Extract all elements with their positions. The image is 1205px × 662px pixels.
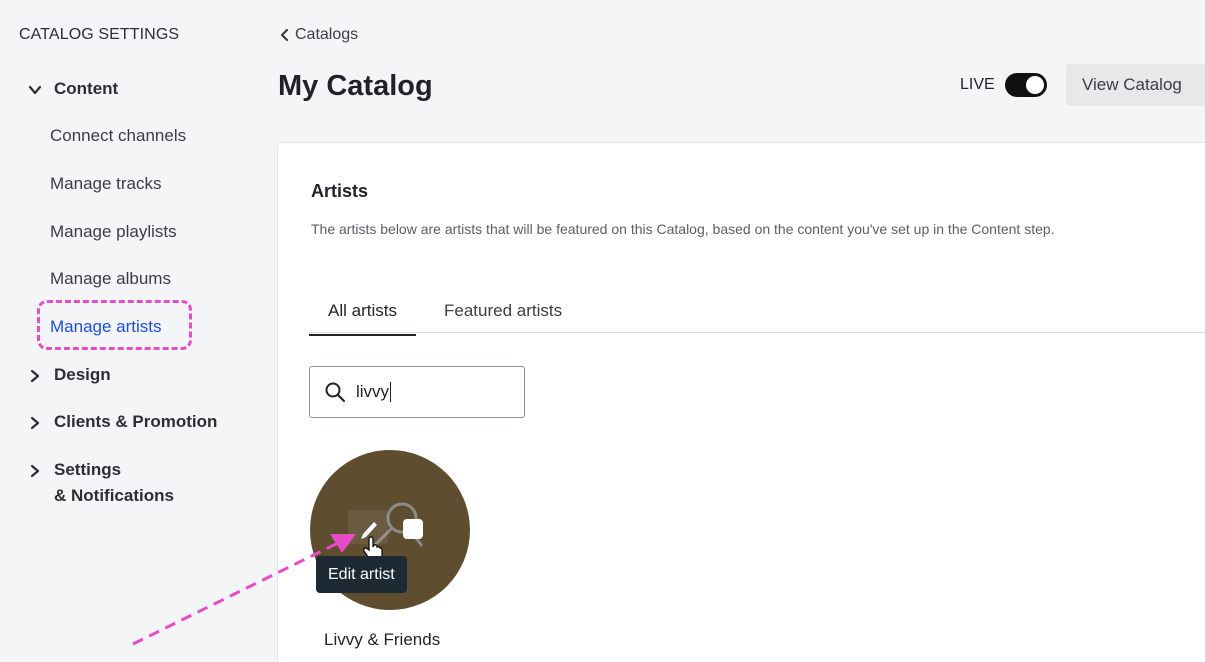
sidebar-item-manage-tracks[interactable]: Manage tracks <box>50 174 162 194</box>
artists-description: The artists below are artists that will … <box>311 221 1055 237</box>
sidebar-section-content[interactable]: Content <box>28 79 118 102</box>
artists-card: Artists The artists below are artists th… <box>277 142 1205 662</box>
artist-tabs: All artists Featured artists <box>309 293 1205 336</box>
sidebar-header: CATALOG SETTINGS <box>19 26 180 43</box>
sidebar-section-label: Clients & Promotion <box>54 412 218 431</box>
sidebar-item-manage-playlists[interactable]: Manage playlists <box>50 222 177 242</box>
chevron-right-icon <box>30 464 40 478</box>
settings-label-line1: Settings <box>54 460 122 479</box>
artists-title: Artists <box>311 181 369 201</box>
live-label: LIVE <box>960 76 995 93</box>
sidebar-section-label: Content <box>54 79 119 98</box>
toggle-knob <box>1025 76 1044 94</box>
search-text: livvy <box>356 381 390 401</box>
live-status: LIVE <box>960 73 1047 97</box>
sidebar-item-connect-channels[interactable]: Connect channels <box>50 126 186 146</box>
sidebar-section-label: Settings & Notifications <box>54 457 174 509</box>
sidebar: CATALOG SETTINGS Content Connect channel… <box>0 0 262 662</box>
chevron-right-icon <box>30 416 40 430</box>
live-toggle[interactable] <box>1004 73 1047 97</box>
select-checkbox[interactable] <box>403 519 423 539</box>
search-value: livvy <box>356 381 392 403</box>
chevron-right-icon <box>30 369 40 383</box>
settings-label-line2: & Notifications <box>54 486 174 505</box>
artist-name[interactable]: Livvy & Friends <box>324 630 440 650</box>
view-catalog-button[interactable]: View Catalog <box>1066 64 1205 106</box>
text-caret <box>390 382 392 403</box>
sidebar-section-settings[interactable]: Settings & Notifications <box>28 460 174 509</box>
edit-artist-tooltip: Edit artist <box>316 556 407 593</box>
annotation-highlight-box <box>37 300 192 350</box>
sidebar-section-label: Design <box>54 365 111 384</box>
sidebar-section-clients[interactable]: Clients & Promotion <box>28 412 217 435</box>
page-title: My Catalog <box>278 70 433 102</box>
chevron-down-icon <box>28 85 42 95</box>
sidebar-item-manage-albums[interactable]: Manage albums <box>50 269 171 289</box>
sidebar-section-design[interactable]: Design <box>28 365 111 388</box>
breadcrumb[interactable]: Catalogs <box>279 26 358 44</box>
artist-search-input[interactable]: livvy <box>309 366 525 418</box>
tab-all-artists[interactable]: All artists <box>309 301 416 336</box>
chevron-left-icon <box>280 28 289 42</box>
breadcrumb-label: Catalogs <box>295 26 359 43</box>
tab-featured-artists[interactable]: Featured artists <box>425 301 581 334</box>
search-icon <box>325 382 346 403</box>
